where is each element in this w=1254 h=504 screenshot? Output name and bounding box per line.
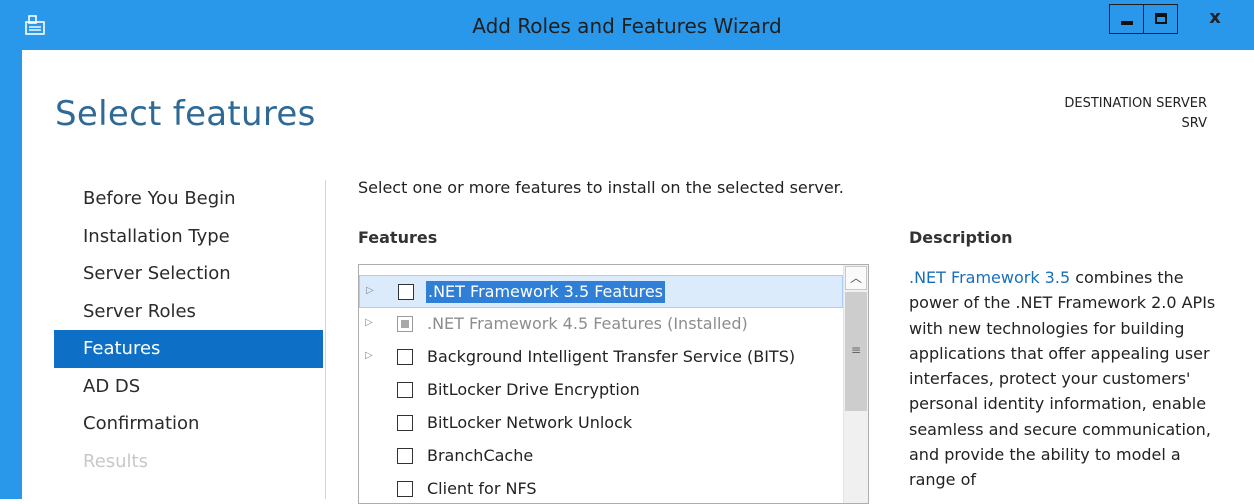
minimize-button[interactable] <box>1109 4 1144 34</box>
feature-label: Background Intelligent Transfer Service … <box>427 347 796 366</box>
scrollbar-thumb[interactable]: ≡ <box>845 292 867 411</box>
feature-label: BranchCache <box>427 446 534 465</box>
feature-label: BitLocker Drive Encryption <box>427 380 640 399</box>
destination-server-name: SRV <box>1181 116 1207 131</box>
feature-row-net-framework-45[interactable]: ▷ .NET Framework 4.5 Features (Installed… <box>359 308 843 341</box>
nav-item-results: Results <box>83 450 148 472</box>
feature-row-bitlocker-network-unlock[interactable]: BitLocker Network Unlock <box>359 407 843 440</box>
nav-item-server-selection[interactable]: Server Selection <box>54 255 323 293</box>
scroll-up-arrow-icon[interactable]: ︿ <box>845 266 867 290</box>
feature-label: BitLocker Network Unlock <box>427 413 633 432</box>
feature-checkbox[interactable] <box>397 415 413 431</box>
feature-row-branchcache[interactable]: BranchCache <box>359 440 843 473</box>
nav-item-server-roles[interactable]: Server Roles <box>54 293 323 331</box>
features-scrollbar[interactable]: ︿ ≡ <box>843 265 868 503</box>
feature-checkbox[interactable] <box>398 284 414 300</box>
description-header: Description <box>909 228 1013 247</box>
maximize-icon <box>1155 13 1167 24</box>
nav-item-ad-ds[interactable]: AD DS <box>54 368 323 406</box>
nav-item-before-you-begin[interactable]: Before You Begin <box>54 180 323 218</box>
nav-item-features[interactable]: Features <box>54 330 323 368</box>
close-icon: x <box>1209 7 1221 28</box>
destination-server-label: DESTINATION SERVER <box>1064 96 1207 111</box>
grip-icon: ≡ <box>850 343 862 357</box>
maximize-button[interactable] <box>1143 4 1178 34</box>
window-frame-left <box>0 50 22 499</box>
nav-item-installation-type[interactable]: Installation Type <box>54 218 323 256</box>
nav-divider <box>325 180 326 499</box>
wizard-nav: Before You Begin Installation Type Serve… <box>54 180 323 480</box>
feature-checkbox <box>397 316 413 332</box>
feature-row-client-for-nfs[interactable]: Client for NFS <box>359 473 843 503</box>
features-header: Features <box>358 228 438 247</box>
feature-description: .NET Framework 3.5 combines the power of… <box>909 265 1219 493</box>
close-button[interactable]: x <box>1183 4 1247 34</box>
expand-arrow-icon[interactable]: ▷ <box>365 317 373 328</box>
description-text: combines the power of the .NET Framework… <box>909 268 1216 490</box>
expand-arrow-icon[interactable]: ▷ <box>366 285 374 296</box>
feature-checkbox[interactable] <box>397 481 413 497</box>
nav-item-confirmation[interactable]: Confirmation <box>54 405 323 443</box>
title-bar[interactable]: Add Roles and Features Wizard x <box>0 0 1254 50</box>
minimize-icon <box>1121 21 1133 25</box>
description-link[interactable]: .NET Framework 3.5 <box>909 268 1070 287</box>
features-list[interactable]: ▷ .NET Framework 3.5 Features ▷ .NET Fra… <box>358 264 869 504</box>
feature-label: Client for NFS <box>427 479 537 498</box>
feature-label: .NET Framework 3.5 Features <box>426 281 666 303</box>
feature-checkbox[interactable] <box>397 382 413 398</box>
window-title: Add Roles and Features Wizard <box>472 14 782 38</box>
instruction-text: Select one or more features to install o… <box>358 178 844 197</box>
feature-row-net-framework-35[interactable]: ▷ .NET Framework 3.5 Features <box>359 275 843 308</box>
feature-row-bits[interactable]: ▷ Background Intelligent Transfer Servic… <box>359 341 843 374</box>
page-title: Select features <box>55 94 316 134</box>
feature-checkbox[interactable] <box>397 349 413 365</box>
feature-checkbox[interactable] <box>397 448 413 464</box>
expand-arrow-icon[interactable]: ▷ <box>365 350 373 361</box>
feature-row-bitlocker-drive-encryption[interactable]: BitLocker Drive Encryption <box>359 374 843 407</box>
feature-label: .NET Framework 4.5 Features (Installed) <box>427 314 748 333</box>
destination-server: DESTINATION SERVER SRV <box>1064 94 1207 134</box>
